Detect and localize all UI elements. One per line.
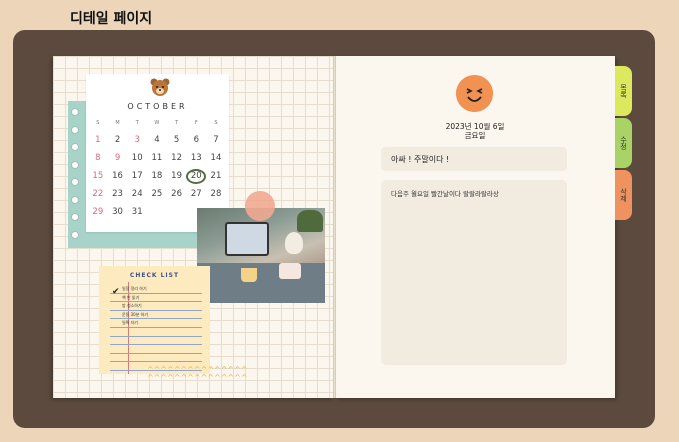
- calendar-day: 14: [210, 153, 222, 163]
- book-spine: [333, 56, 336, 398]
- calendar-day: 17: [131, 171, 143, 181]
- calendar-day: 25: [151, 189, 163, 199]
- smiling-face-icon: [456, 75, 493, 112]
- calendar-day: 31: [131, 207, 143, 217]
- calendar-day: 21: [210, 171, 222, 181]
- calendar-day: 16: [112, 171, 123, 181]
- calendar-day: 9: [114, 153, 121, 163]
- calendar-day: 7: [213, 135, 219, 145]
- tab-delete[interactable]: 삭제: [615, 170, 632, 220]
- calendar-day-header: T: [175, 120, 179, 126]
- checklist-item: 운동 30분 하기: [110, 311, 202, 320]
- zigzag-decoration: ^^^^^^^^^^^^^^^ ^^^^^^^^^^^^^^^: [147, 365, 248, 382]
- calendar-grid: S M T W T F S 1 2 3 4 5 6 7 8 9 10 11 12 13 14 15 16 17 18 19 20 21…: [88, 120, 226, 220]
- calendar-day-header: M: [115, 120, 120, 126]
- calendar-day: 18: [151, 171, 163, 181]
- checkmark-icon: ✔: [112, 287, 120, 297]
- checklist-item: 일정 정리 하기: [110, 285, 202, 294]
- calendar-day: 24: [131, 189, 143, 199]
- calendar-day: 12: [171, 153, 182, 163]
- calendar-day: 5: [173, 135, 180, 145]
- checklist-empty-line: [110, 345, 202, 354]
- tab-edit[interactable]: 수정: [615, 118, 632, 168]
- checklist-empty-line: [110, 354, 202, 363]
- calendar-month: OCTOBER: [127, 102, 188, 111]
- calendar-day: 1: [95, 135, 101, 145]
- calendar-day-header: F: [194, 120, 198, 126]
- checklist-empty-line: [110, 328, 202, 337]
- calendar-day: 13: [190, 153, 202, 163]
- calendar-day: 19: [171, 171, 182, 181]
- calendar-day: 27: [190, 189, 202, 199]
- calendar-day: 3: [134, 135, 140, 145]
- calendar-day: 8: [95, 153, 101, 163]
- calendar-day: 2: [114, 135, 121, 145]
- calendar-day: 11: [151, 153, 163, 163]
- page-title: 디테일 페이지: [70, 11, 153, 27]
- checklist-title: CHECK LIST: [129, 272, 180, 279]
- calendar-day: 15: [92, 171, 104, 181]
- calendar-day: 28: [210, 189, 222, 199]
- calendar-day-header: S: [214, 120, 218, 126]
- calendar-day: 26: [171, 189, 182, 199]
- calendar-day: 30: [112, 207, 123, 217]
- calendar-day-selected: 20: [186, 169, 207, 184]
- calendar-day-header: S: [96, 120, 100, 126]
- checklist-item: 방 청소하기: [110, 302, 202, 311]
- entry-title: 아싸 ! 주말이다 !: [381, 147, 567, 171]
- circle-sticker: [245, 191, 275, 221]
- checklist-items: 일정 정리 하기 책 반 읽기 방 청소하기 운동 30분 하기 일찍 자기: [110, 285, 202, 371]
- calendar-day-header: W: [154, 120, 160, 126]
- entry-content: 다음주 월요일 빨간날이다 랄랄라랄라상: [381, 180, 567, 365]
- entry-weekday: 금요일: [464, 131, 486, 140]
- checklist-item: 책 반 읽기: [110, 294, 202, 303]
- photo-sticker: [197, 208, 325, 303]
- calendar-day-header: T: [135, 120, 139, 126]
- calendar-day: 6: [193, 135, 199, 145]
- checklist-item: 일찍 자기: [110, 319, 202, 328]
- binder-rings: [71, 108, 81, 248]
- tab-list[interactable]: 목록: [615, 66, 632, 116]
- checklist-empty-line: [110, 337, 202, 346]
- calendar-day: 4: [154, 135, 160, 145]
- calendar-day: 29: [92, 207, 104, 217]
- calendar-day: 23: [112, 189, 123, 199]
- bear-icon: [150, 78, 170, 96]
- calendar-day: 22: [92, 189, 104, 199]
- calendar-day: 10: [131, 153, 143, 163]
